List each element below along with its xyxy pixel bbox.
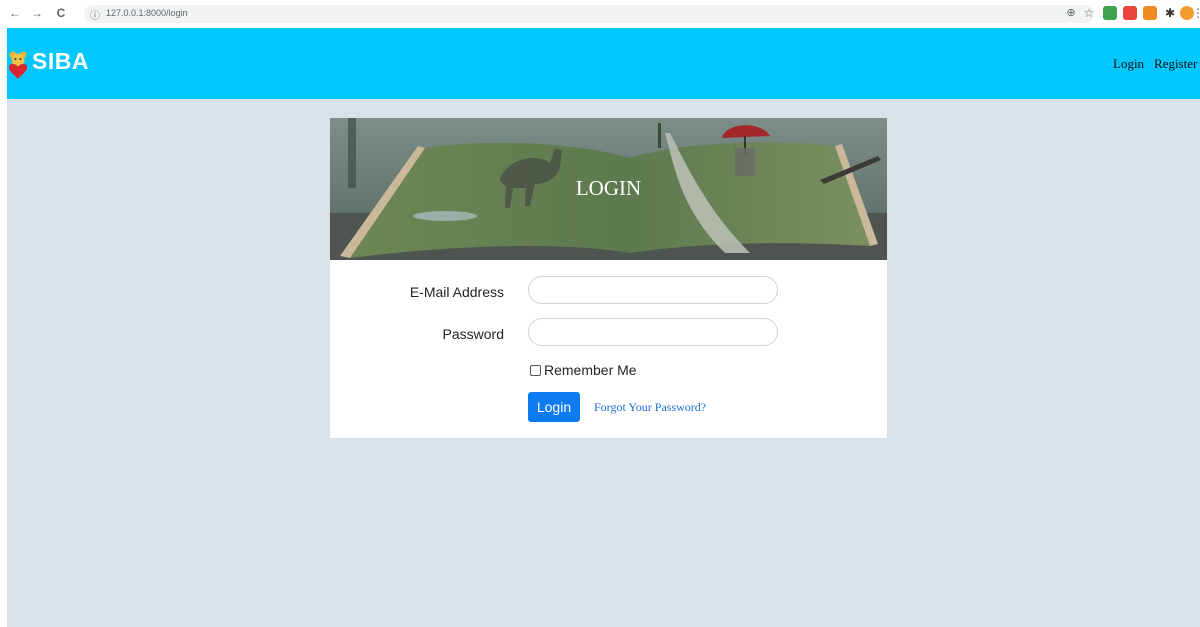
remember-me-label[interactable]: Remember Me xyxy=(544,362,637,378)
zoom-icon[interactable]: ⊕ xyxy=(1064,6,1078,20)
login-hero-title: LOGIN xyxy=(575,176,642,200)
extension-red-icon[interactable] xyxy=(1123,6,1137,20)
login-button[interactable]: Login xyxy=(528,392,580,422)
password-field[interactable] xyxy=(528,318,778,346)
email-field[interactable] xyxy=(528,276,778,304)
nav-register-link[interactable]: Register xyxy=(1154,56,1197,72)
login-hero-image: LOGIN xyxy=(330,118,887,260)
forgot-password-link[interactable]: Forgot Your Password? xyxy=(594,400,706,415)
bookmark-star-icon[interactable]: ☆ xyxy=(1082,6,1096,20)
password-label: Password xyxy=(442,326,504,342)
login-card: LOGIN E-Mail Address Password Remember M… xyxy=(330,118,887,438)
browser-menu-icon[interactable]: ⋮ xyxy=(1192,6,1200,20)
remember-me-checkbox[interactable] xyxy=(530,365,541,376)
nav-login-link[interactable]: Login xyxy=(1113,56,1144,72)
address-bar[interactable]: ⓘ 127.0.0.1:8000/login xyxy=(84,5,1094,23)
browser-toolbar: ← → C ⓘ 127.0.0.1:8000/login ⊕ ☆ ✱ ⋮ xyxy=(0,0,1200,28)
puzzle-icon[interactable]: ✱ xyxy=(1163,6,1177,20)
url-text: 127.0.0.1:8000/login xyxy=(106,8,188,18)
site-info-icon[interactable]: ⓘ xyxy=(90,7,100,22)
back-icon[interactable]: ← xyxy=(8,6,22,20)
forward-icon[interactable]: → xyxy=(30,6,44,20)
left-margin xyxy=(0,28,7,627)
email-label: E-Mail Address xyxy=(409,284,504,300)
reload-icon[interactable]: C xyxy=(54,6,68,20)
site-navbar: SIBA Login Register xyxy=(7,28,1200,99)
extension-green-icon[interactable] xyxy=(1103,6,1117,20)
metamask-icon[interactable] xyxy=(1143,6,1157,20)
siba-logo-icon[interactable] xyxy=(7,50,29,80)
brand-name[interactable]: SIBA xyxy=(32,48,89,75)
